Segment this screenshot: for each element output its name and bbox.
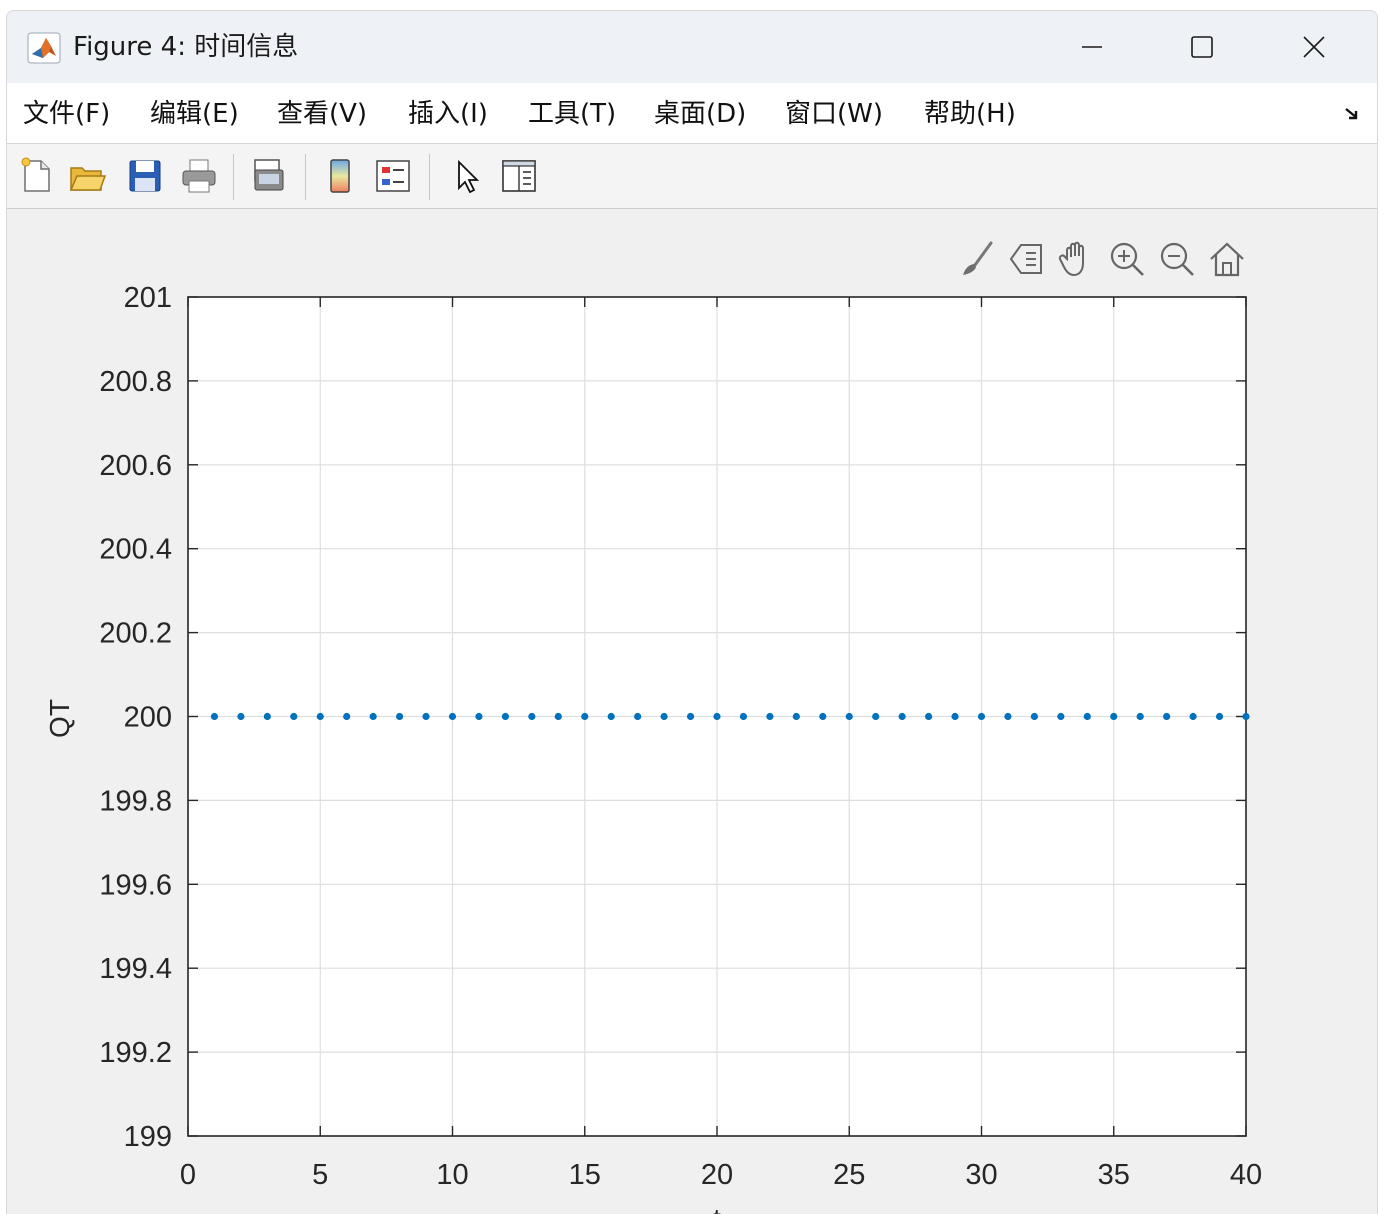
toolbar-separator <box>305 154 306 200</box>
y-tick-label: 199.2 <box>99 1037 172 1069</box>
data-point <box>501 712 509 721</box>
y-tick-labels: 199 199.2 199.4 199.6 199.8 200 200.2 200.4 200.… <box>99 282 172 1153</box>
menu-window[interactable]: 窗口(W) <box>785 97 883 131</box>
data-point <box>925 712 933 721</box>
menu-view[interactable]: 查看(V) <box>277 97 367 131</box>
data-point <box>1136 712 1144 721</box>
y-tick-label: 200.6 <box>99 450 172 482</box>
y-tick-label: 201 <box>124 282 172 314</box>
data-point <box>1163 712 1171 721</box>
x-axis-label: t <box>713 1203 721 1214</box>
close-button[interactable] <box>1259 11 1369 83</box>
maximize-button[interactable] <box>1147 11 1257 83</box>
data-point <box>448 712 457 721</box>
minimize-button[interactable] <box>1037 11 1147 83</box>
data-point <box>554 712 562 721</box>
data-point <box>1110 712 1118 721</box>
matlab-logo-icon <box>27 32 61 64</box>
y-tick-label: 199.6 <box>99 869 172 901</box>
data-point <box>1215 712 1224 721</box>
data-point <box>1083 712 1091 721</box>
data-point <box>237 712 245 721</box>
property-inspector-icon[interactable] <box>499 156 539 196</box>
data-point <box>845 712 853 721</box>
data-point <box>660 712 668 721</box>
x-tick-label: 20 <box>701 1159 733 1191</box>
x-tick-label: 40 <box>1230 1159 1262 1191</box>
y-tick-label: 200.4 <box>99 534 172 566</box>
menu-help[interactable]: 帮助(H) <box>924 97 1016 131</box>
data-point <box>528 712 536 721</box>
figure-canvas: 0 5 10 15 20 25 30 35 40 199 199.2 199.4 199.6 199.8… <box>7 209 1377 1214</box>
data-point <box>475 712 483 721</box>
figure-window: Figure 4: 时间信息 文件(F) 编辑(E) 查看(V) 插入(I) 工… <box>6 10 1378 1214</box>
data-point <box>739 712 748 721</box>
print-icon[interactable] <box>179 156 219 196</box>
data-point <box>634 712 642 721</box>
data-point <box>1057 712 1065 721</box>
data-point <box>686 712 695 721</box>
x-tick-label: 25 <box>833 1159 865 1191</box>
data-point <box>713 712 721 721</box>
toolbar-separator <box>429 154 430 200</box>
x-tick-labels: 0 5 10 15 20 25 30 35 40 <box>180 1159 1262 1191</box>
data-point <box>290 712 298 721</box>
window-title: Figure 4: 时间信息 <box>73 32 299 62</box>
maximize-icon <box>1191 36 1213 58</box>
y-tick-label: 199.4 <box>99 953 172 985</box>
menu-bar: 文件(F) 编辑(E) 查看(V) 插入(I) 工具(T) 桌面(D) 窗口(W… <box>7 83 1377 144</box>
data-point <box>422 712 430 721</box>
dock-arrow-icon[interactable] <box>1343 105 1363 123</box>
x-tick-label: 5 <box>312 1159 328 1191</box>
y-tick-label: 199.8 <box>99 785 172 817</box>
minimize-icon <box>1082 46 1102 48</box>
data-point <box>1189 712 1197 721</box>
menu-file[interactable]: 文件(F) <box>23 97 110 131</box>
data-point <box>766 712 774 721</box>
x-tick-label: 35 <box>1098 1159 1130 1191</box>
save-icon[interactable] <box>125 156 165 196</box>
y-tick-label: 200 <box>124 702 172 734</box>
data-point <box>581 712 589 721</box>
data-point <box>1030 712 1038 721</box>
data-point <box>396 712 404 721</box>
data-point <box>343 712 351 721</box>
open-file-icon[interactable] <box>67 156 107 196</box>
x-tick-label: 30 <box>965 1159 997 1191</box>
toolbar-separator <box>233 154 234 200</box>
y-tick-label: 200.8 <box>99 366 172 398</box>
data-point <box>792 712 800 721</box>
x-tick-label: 15 <box>569 1159 601 1191</box>
x-tick-label: 10 <box>436 1159 468 1191</box>
figure-toolbar <box>7 144 1377 209</box>
data-point <box>316 712 324 721</box>
menu-desktop[interactable]: 桌面(D) <box>654 97 746 131</box>
new-figure-icon[interactable] <box>17 156 57 196</box>
data-point <box>872 712 880 721</box>
insert-legend-icon[interactable] <box>373 156 413 196</box>
data-point <box>977 712 986 721</box>
data-point <box>951 712 959 721</box>
data-point <box>369 712 377 721</box>
data-point <box>1242 712 1250 721</box>
data-point <box>263 712 271 721</box>
menu-insert[interactable]: 插入(I) <box>408 97 488 131</box>
data-point <box>210 712 219 721</box>
data-point <box>1004 712 1012 721</box>
title-bar: Figure 4: 时间信息 <box>7 11 1377 83</box>
edit-plot-icon[interactable] <box>447 156 487 196</box>
link-plot-icon[interactable] <box>249 156 289 196</box>
menu-tools[interactable]: 工具(T) <box>528 97 616 131</box>
plot-svg: 0 5 10 15 20 25 30 35 40 199 199.2 199.4 199.6 199.8… <box>44 282 1262 1214</box>
insert-colorbar-icon[interactable] <box>321 156 361 196</box>
x-tick-label: 0 <box>180 1159 196 1191</box>
y-tick-label: 200.2 <box>99 618 172 650</box>
data-point <box>898 712 906 721</box>
data-point <box>819 712 827 721</box>
y-axis-label: QT <box>44 699 75 738</box>
menu-edit[interactable]: 编辑(E) <box>150 97 239 131</box>
close-icon <box>1303 36 1325 58</box>
data-point <box>607 712 615 721</box>
y-tick-label: 199 <box>124 1121 172 1153</box>
